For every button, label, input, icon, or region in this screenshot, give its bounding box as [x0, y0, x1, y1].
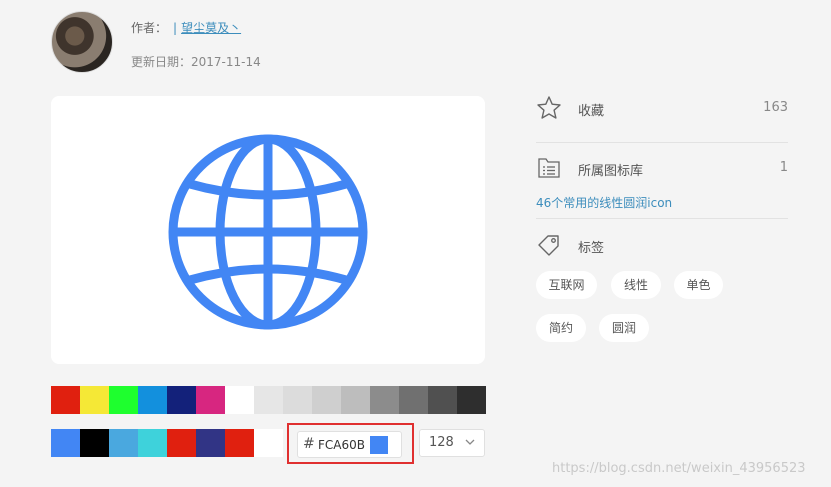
hash-symbol: # — [303, 436, 315, 452]
color-swatch[interactable] — [109, 386, 138, 414]
size-select[interactable]: 128 — [419, 429, 485, 457]
update-label: 更新日期： — [131, 55, 192, 69]
update-date-line: 更新日期：2017-11-14 — [131, 53, 261, 70]
color-swatch[interactable] — [254, 386, 283, 414]
color-palette-row-2 — [51, 429, 283, 457]
library-count: 1 — [779, 160, 788, 175]
tag-icon — [538, 235, 559, 256]
tag-item[interactable]: 简约 — [536, 314, 586, 342]
library-label: 所属图标库 — [578, 164, 644, 179]
size-value: 128 — [429, 435, 454, 450]
color-swatch[interactable] — [312, 386, 341, 414]
tag-item[interactable]: 互联网 — [536, 271, 597, 299]
color-swatch[interactable] — [341, 386, 370, 414]
color-swatch[interactable] — [138, 386, 167, 414]
author-line: 作者： | 望尘莫及丶 — [131, 19, 241, 36]
favorites-row[interactable]: 收藏 163 — [536, 95, 788, 121]
favorites-count: 163 — [763, 100, 788, 115]
color-swatch[interactable] — [167, 429, 196, 457]
update-date: 2017-11-14 — [191, 55, 261, 69]
color-swatch[interactable] — [138, 429, 167, 457]
icon-preview-panel — [51, 96, 485, 364]
library-name-link[interactable]: 46个常用的线性圆润icon — [536, 194, 672, 211]
favorites-label: 收藏 — [578, 104, 605, 119]
author-separator: | — [173, 21, 178, 35]
divider — [536, 142, 788, 143]
library-row: 所属图标库 1 — [536, 155, 788, 181]
color-swatch[interactable] — [428, 386, 457, 414]
color-swatch[interactable] — [283, 386, 312, 414]
author-label: 作者： — [131, 21, 168, 35]
color-swatch[interactable] — [225, 429, 254, 457]
tag-item[interactable]: 圆润 — [599, 314, 649, 342]
color-swatch[interactable] — [370, 386, 399, 414]
color-swatch[interactable] — [196, 386, 225, 414]
watermark: https://blog.csdn.net/weixin_43956523 — [552, 461, 806, 476]
color-swatch[interactable] — [399, 386, 428, 414]
divider — [536, 218, 788, 219]
color-swatch[interactable] — [51, 386, 80, 414]
library-list-icon — [538, 158, 560, 178]
hex-value[interactable]: FCA60B — [318, 438, 365, 452]
hex-color-highlight: # FCA60B — [287, 423, 414, 464]
tags-label: 标签 — [578, 241, 605, 256]
hex-color-input[interactable]: # FCA60B — [297, 431, 402, 458]
tag-item[interactable]: 线性 — [611, 271, 661, 299]
author-avatar[interactable] — [51, 11, 113, 73]
chevron-down-icon — [465, 439, 475, 445]
globe-icon — [168, 134, 368, 330]
color-swatch[interactable] — [225, 386, 254, 414]
color-swatch[interactable] — [196, 429, 225, 457]
color-swatch[interactable] — [51, 429, 80, 457]
tags-header: 标签 — [536, 232, 788, 258]
author-name-link[interactable]: 望尘莫及丶 — [181, 21, 241, 35]
color-preview-chip[interactable] — [370, 436, 388, 454]
color-swatch[interactable] — [80, 429, 109, 457]
color-swatch[interactable] — [167, 386, 196, 414]
color-swatch[interactable] — [109, 429, 138, 457]
star-icon[interactable] — [536, 95, 562, 121]
tag-item[interactable]: 单色 — [674, 271, 723, 299]
color-swatch[interactable] — [80, 386, 109, 414]
color-swatch[interactable] — [254, 429, 283, 457]
color-swatch[interactable] — [457, 386, 486, 414]
color-palette-row-1 — [51, 386, 486, 414]
